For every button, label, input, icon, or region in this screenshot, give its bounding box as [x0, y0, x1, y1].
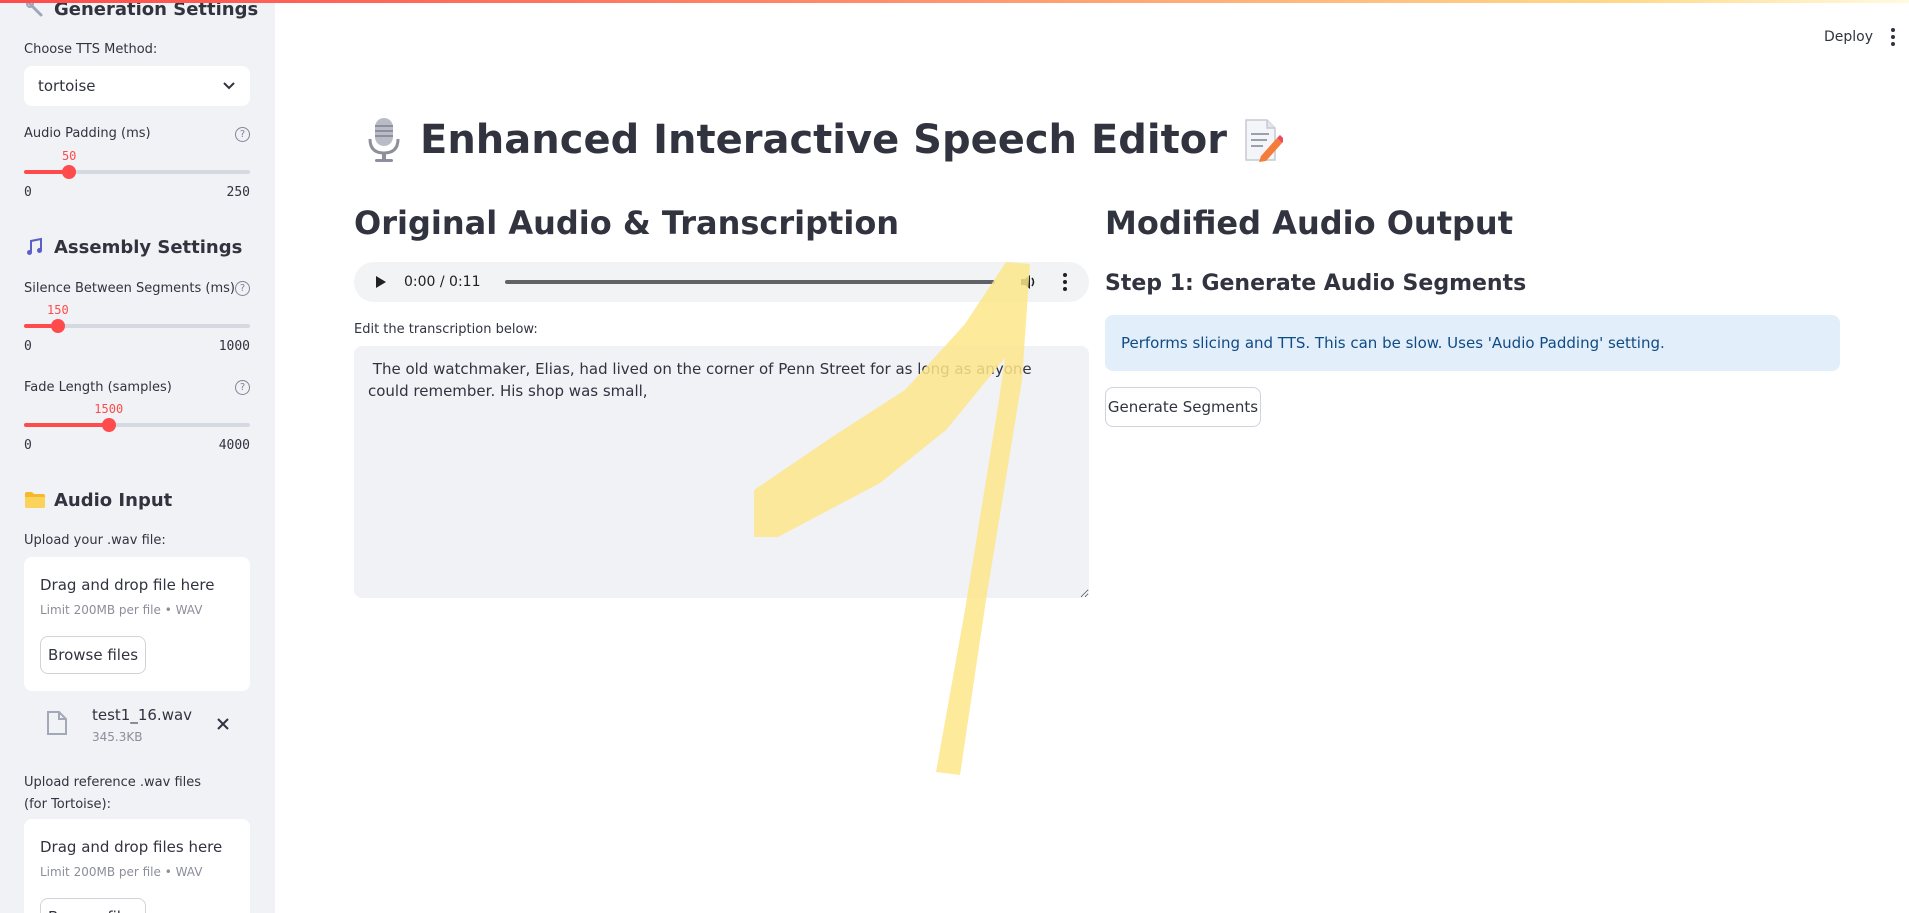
- wrench-icon: [24, 0, 46, 20]
- tts-method-select[interactable]: tortoise: [24, 66, 250, 106]
- transcription-label: Edit the transcription below:: [354, 322, 538, 337]
- slider-max: 4000: [218, 438, 250, 453]
- file-size: 345.3KB: [92, 730, 143, 744]
- audio-padding-slider[interactable]: 50 0 250: [24, 149, 250, 200]
- browse-files-button[interactable]: Browse files: [40, 898, 146, 913]
- original-audio-heading: Original Audio & Transcription: [354, 204, 900, 242]
- page-title: Enhanced Interactive Speech Editor: [362, 116, 1285, 164]
- slider-thumb[interactable]: [62, 165, 77, 179]
- slider-max: 250: [226, 185, 250, 200]
- top-decoration-bar: [0, 0, 1909, 3]
- tts-method-value: tortoise: [38, 77, 96, 95]
- help-icon[interactable]: ?: [235, 380, 250, 395]
- help-icon[interactable]: ?: [235, 281, 250, 296]
- generation-settings-heading: Generation Settings: [24, 0, 258, 20]
- folder-icon: [24, 489, 46, 511]
- slider-min: 0: [24, 438, 32, 453]
- audio-player[interactable]: 0:00 / 0:11: [354, 262, 1089, 302]
- tts-method-label: Choose TTS Method:: [24, 42, 158, 57]
- info-alert: Performs slicing and TTS. This can be sl…: [1105, 315, 1840, 371]
- sidebar: Generation Settings Choose TTS Method: t…: [0, 0, 275, 913]
- slider-value: 150: [47, 303, 69, 317]
- file-name: test1_16.wav: [92, 706, 193, 724]
- slider-track[interactable]: [24, 418, 250, 432]
- play-icon[interactable]: [376, 276, 386, 288]
- audio-padding-label: Audio Padding (ms): [24, 126, 151, 141]
- browse-files-button[interactable]: Browse files: [40, 636, 146, 674]
- dropzone-limit: Limit 200MB per file • WAV: [40, 603, 203, 617]
- reference-dropzone[interactable]: Drag and drop files here Limit 200MB per…: [24, 819, 250, 913]
- generate-segments-button[interactable]: Generate Segments: [1105, 387, 1261, 427]
- audio-time: 0:00 / 0:11: [404, 274, 481, 290]
- page-title-text: Enhanced Interactive Speech Editor: [420, 117, 1227, 163]
- reference-upload-label: Upload reference .wav files (for Tortois…: [24, 775, 202, 812]
- dropzone-title: Drag and drop file here: [40, 576, 215, 594]
- musical-notes-icon: [24, 236, 46, 258]
- slider-track[interactable]: [24, 165, 250, 179]
- app-toolbar: Deploy: [1824, 28, 1895, 46]
- audio-progress-bar[interactable]: [504, 280, 995, 284]
- fade-slider[interactable]: 1500 0 4000: [24, 402, 250, 453]
- fade-label: Fade Length (samples): [24, 380, 172, 395]
- uploaded-file-row: test1_16.wav 345.3KB: [24, 706, 250, 756]
- slider-min: 0: [24, 185, 32, 200]
- dropzone-title: Drag and drop files here: [40, 838, 223, 856]
- slider-fill: [24, 423, 109, 427]
- slider-thumb[interactable]: [50, 319, 65, 333]
- silence-label: Silence Between Segments (ms): [24, 281, 235, 296]
- help-icon[interactable]: ?: [235, 127, 250, 142]
- slider-max: 1000: [218, 339, 250, 354]
- dropzone-limit: Limit 200MB per file • WAV: [40, 865, 203, 879]
- memo-icon: [1241, 116, 1285, 164]
- upload-label: Upload your .wav file:: [24, 533, 166, 548]
- assembly-settings-heading: Assembly Settings: [24, 236, 242, 258]
- silence-slider[interactable]: 150 0 1000: [24, 303, 250, 354]
- microphone-icon: [362, 116, 406, 164]
- file-icon: [46, 710, 68, 740]
- step1-heading: Step 1: Generate Audio Segments: [1105, 271, 1527, 296]
- chevron-down-icon: [222, 77, 236, 95]
- slider-value: 50: [61, 149, 77, 163]
- slider-value: 1500: [94, 402, 124, 416]
- modified-audio-heading: Modified Audio Output: [1105, 204, 1513, 242]
- info-alert-text: Performs slicing and TTS. This can be sl…: [1121, 334, 1665, 352]
- more-options-icon[interactable]: [1891, 28, 1895, 46]
- close-icon[interactable]: [216, 716, 230, 735]
- audio-more-options-icon[interactable]: [1063, 273, 1067, 291]
- volume-icon[interactable]: [1019, 273, 1037, 291]
- slider-min: 0: [24, 339, 32, 354]
- audio-input-heading: Audio Input: [24, 489, 172, 511]
- file-dropzone[interactable]: Drag and drop file here Limit 200MB per …: [24, 557, 250, 691]
- slider-thumb[interactable]: [101, 418, 116, 432]
- deploy-button[interactable]: Deploy: [1824, 29, 1873, 45]
- slider-track[interactable]: [24, 319, 250, 333]
- transcription-textarea[interactable]: The old watchmaker, Elias, had lived on …: [354, 346, 1089, 598]
